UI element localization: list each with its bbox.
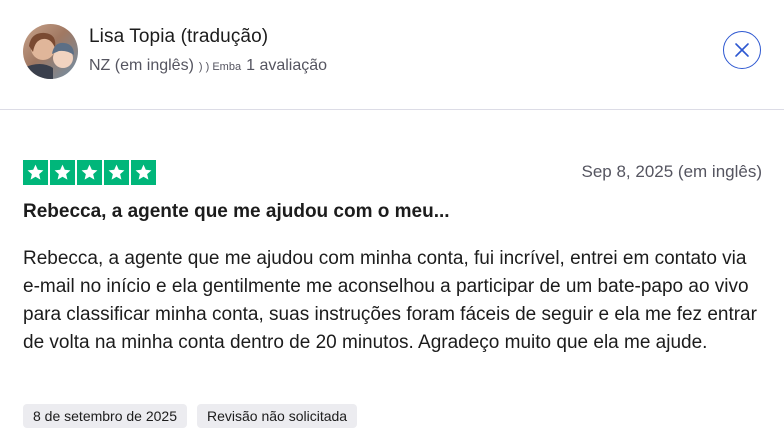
reviewer-header: Lisa Topia (tradução) NZ (em inglês) ) )…: [0, 0, 784, 110]
tag-date: 8 de setembro de 2025: [23, 404, 187, 428]
review-date: Sep 8, 2025 (em inglês): [581, 162, 763, 181]
review-title: Rebecca, a agente que me ajudou com o me…: [23, 201, 450, 222]
reviewer-name[interactable]: Lisa Topia (tradução): [89, 26, 268, 48]
star-icon: [50, 160, 75, 185]
star-icon: [104, 160, 129, 185]
close-button[interactable]: [723, 31, 761, 69]
reviewer-meta: NZ (em inglês) ) ) Emba 1 avaliação: [89, 57, 327, 75]
tag-unsolicited: Revisão não solicitada: [197, 404, 358, 428]
review-tags: 8 de setembro de 2025 Revisão não solici…: [23, 404, 358, 428]
avatar: [23, 24, 78, 79]
star-icon: [23, 160, 48, 185]
star-icon: [131, 160, 156, 185]
star-icon: [77, 160, 102, 185]
reviewer-review-count: 1 avaliação: [246, 57, 328, 74]
close-icon: [735, 43, 749, 57]
reviewer-meta-extra: ) ) Emba: [198, 61, 242, 73]
reviewer-country: NZ (em inglês): [89, 57, 194, 74]
star-rating: [23, 160, 156, 185]
review-body: Rebecca, a agente que me ajudou com minh…: [23, 248, 757, 353]
